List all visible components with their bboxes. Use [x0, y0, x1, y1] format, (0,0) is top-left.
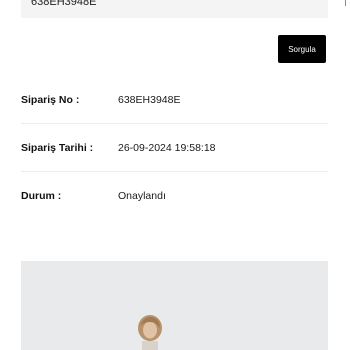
- product-model-icon: [138, 315, 162, 350]
- scroll-edge-indicator: [345, 0, 350, 6]
- product-image: [21, 261, 328, 350]
- order-status-row: Durum : Onaylandı: [21, 172, 328, 220]
- order-number-input[interactable]: [21, 0, 328, 18]
- order-number-value: 638EH3948E: [118, 94, 181, 106]
- order-status-label: Durum :: [21, 190, 62, 202]
- order-date-value: 26-09-2024 19:58:18: [118, 142, 216, 154]
- query-button[interactable]: Sorgula: [278, 35, 326, 63]
- order-date-label: Sipariş Tarihi :: [21, 142, 94, 154]
- order-number-label: Sipariş No :: [21, 94, 80, 106]
- order-number-row: Sipariş No : 638EH3948E: [21, 76, 328, 124]
- order-date-row: Sipariş Tarihi : 26-09-2024 19:58:18: [21, 124, 328, 172]
- order-status-value: Onaylandı: [118, 190, 166, 202]
